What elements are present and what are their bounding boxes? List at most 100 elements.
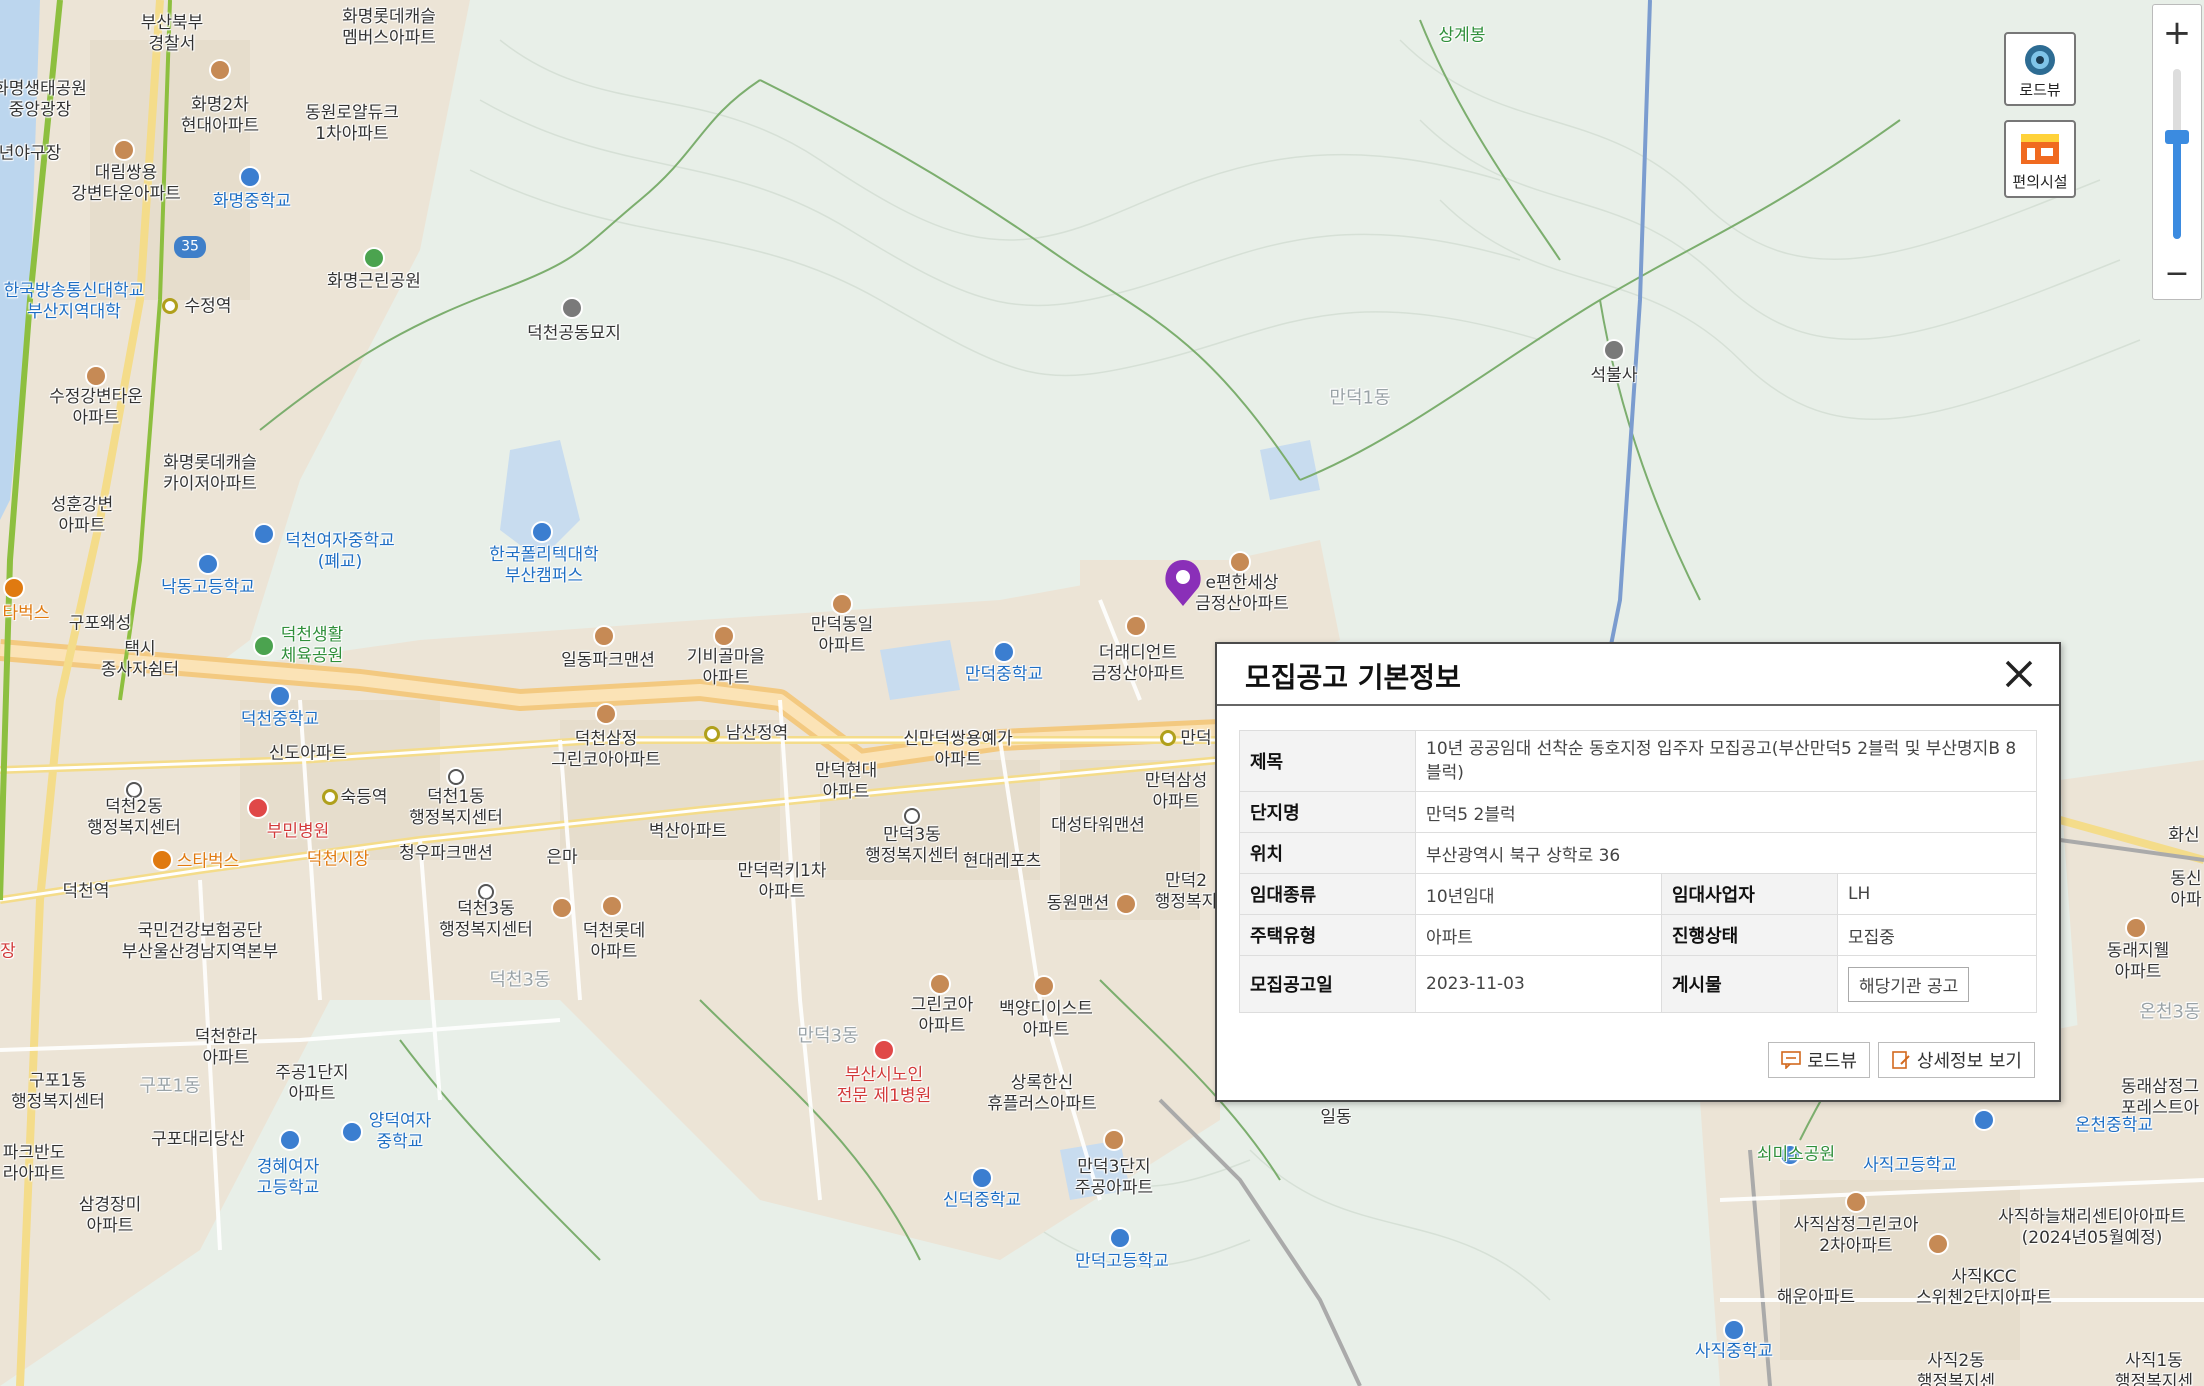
map-label[interactable]: 일동파크맨션 (561, 651, 655, 672)
map-label[interactable]: 석불사 (1591, 366, 1638, 387)
school-icon[interactable] (271, 687, 289, 705)
apartment-icon[interactable] (2127, 919, 2145, 937)
map-label[interactable]: 기비골마을 아파트 (687, 647, 765, 689)
map-label[interactable]: 경혜여자 고등학교 (257, 1157, 320, 1199)
zoom-out-button[interactable]: − (2153, 249, 2201, 297)
map-label[interactable]: 덕천3동 (489, 970, 550, 991)
map-label[interactable]: 수정역 (185, 297, 232, 318)
map-label[interactable]: 더래디언트 금정산아파트 (1091, 643, 1185, 685)
apartment-icon[interactable] (597, 705, 615, 723)
school-icon[interactable] (281, 1131, 299, 1149)
map-label[interactable]: 사직2동 행정복지센 (1917, 1351, 1995, 1386)
office-icon[interactable] (904, 808, 920, 824)
map-label[interactable]: 택시 종사자쉼터 (101, 639, 179, 681)
map-label[interactable]: 만덕럭키1차 아파트 (737, 861, 826, 903)
map-label[interactable]: 사직삼정그린코아 2차아파트 (1793, 1215, 1918, 1257)
map-label[interactable]: 구포왜성 (69, 614, 132, 635)
station-icon[interactable] (322, 789, 338, 805)
map-label[interactable]: 덕천여자중학교 (폐교) (285, 531, 394, 573)
cafe-icon[interactable] (5, 579, 23, 597)
map-label[interactable]: 그린코아 아파트 (911, 995, 974, 1037)
map-label[interactable]: 화명근린공원 (327, 272, 421, 293)
apartment-icon[interactable] (1117, 895, 1135, 913)
apartment-icon[interactable] (1127, 617, 1145, 635)
map-label[interactable]: 은마 (546, 848, 577, 869)
map-label[interactable]: 덕천공동묘지 (527, 324, 621, 345)
map-label[interactable]: 온천3동 (2139, 1002, 2200, 1023)
map-label[interactable]: 삼경장미 아파트 (79, 1195, 142, 1237)
map-label[interactable]: 백양디이스트 아파트 (999, 999, 1093, 1041)
map-label[interactable]: 신만덕쌍용예가 아파트 (903, 729, 1012, 771)
close-button[interactable] (1999, 654, 2039, 694)
map-label[interactable]: 숙등역 (341, 788, 388, 809)
map-label[interactable]: 만덕3동 행정복지센터 (865, 825, 959, 867)
map-label[interactable]: 화명2차 현대아파트 (181, 95, 259, 137)
map-label[interactable]: 년야구장 (0, 144, 61, 165)
map-label[interactable]: 쇠미소공원 (1757, 1145, 1835, 1166)
apartment-icon[interactable] (715, 627, 733, 645)
cafe-icon[interactable] (153, 851, 171, 869)
map-label[interactable]: 신덕중학교 (943, 1191, 1021, 1212)
map-label[interactable]: 구포1동 행정복지센터 (11, 1071, 105, 1113)
map-label[interactable]: 한국폴리텍대학 부산캠퍼스 (489, 545, 598, 587)
map-label[interactable]: 만덕삼성 아파트 (1145, 771, 1208, 813)
roadview-toggle-button[interactable]: 로드뷰 (2004, 32, 2076, 106)
map-label[interactable]: 만덕1동 (1329, 388, 1390, 409)
apartment-icon[interactable] (1929, 1235, 1947, 1253)
map-label[interactable]: 동원맨션 (1047, 894, 1110, 915)
school-icon[interactable] (343, 1123, 361, 1141)
map-label[interactable]: 수정강변타운 아파트 (49, 387, 143, 429)
station-icon[interactable] (704, 726, 720, 742)
map-label[interactable]: 사직고등학교 (1863, 1156, 1957, 1177)
map-label[interactable]: 장 (0, 942, 16, 963)
detail-info-button[interactable]: 상세정보 보기 (1877, 1042, 2035, 1078)
map-label[interactable]: 낙동고등학교 (161, 578, 255, 599)
school-icon[interactable] (1725, 1321, 1743, 1339)
apartment-icon[interactable] (931, 975, 949, 993)
map-label[interactable]: 덕천역 (63, 882, 110, 903)
map-label[interactable]: 사직KCC 스위첸2단지아파트 (1916, 1267, 2052, 1309)
station-icon[interactable] (162, 298, 178, 314)
map-label[interactable]: 신도아파트 (269, 744, 347, 765)
map-label[interactable]: e편한세상 금정산아파트 (1195, 573, 1289, 615)
map-label[interactable]: 덕천3동 행정복지센터 (439, 899, 533, 941)
map-label[interactable]: 만덕 (1180, 729, 1211, 750)
map-label[interactable]: 화명롯데캐슬 멤버스아파트 (342, 7, 436, 49)
map-label[interactable]: 사직1동 행정복지센 (2115, 1351, 2193, 1386)
school-icon[interactable] (973, 1169, 991, 1187)
map-label[interactable]: 파크반도 라아파트 (3, 1143, 66, 1185)
hospital-icon[interactable] (249, 799, 267, 817)
map-label[interactable]: 대성타워맨션 (1051, 816, 1145, 837)
apartment-icon[interactable] (115, 141, 133, 159)
agency-notice-button[interactable]: 해당기관 공고 (1848, 966, 1970, 1002)
map-label[interactable]: 덕천시장 (307, 850, 370, 871)
office-icon[interactable] (126, 782, 142, 798)
zoom-in-button[interactable]: + (2153, 9, 2201, 57)
map-label[interactable]: 상계봉 (1439, 26, 1486, 47)
apartment-icon[interactable] (1105, 1131, 1123, 1149)
map-label[interactable]: 타벅스 (3, 604, 50, 625)
map-label[interactable]: 만덕동일 아파트 (811, 615, 874, 657)
apartment-icon[interactable] (87, 367, 105, 385)
school-icon[interactable] (1111, 1229, 1129, 1247)
school-icon[interactable] (241, 168, 259, 186)
school-icon[interactable] (995, 643, 1013, 661)
apartment-icon[interactable] (1035, 977, 1053, 995)
map-label[interactable]: 덕천한라 아파트 (195, 1027, 258, 1069)
map-label[interactable]: 일동 (1320, 1108, 1351, 1129)
map-label[interactable]: 부민병원 (267, 822, 330, 843)
map-label[interactable]: 덕천1동 행정복지센터 (409, 787, 503, 829)
map-label[interactable]: 부산북부 경찰서 (141, 13, 204, 55)
facility-toggle-button[interactable]: 편의시설 (2004, 120, 2076, 198)
map-label[interactable]: 만덕현대 아파트 (815, 761, 878, 803)
map-label[interactable]: 만덕3동 (797, 1026, 858, 1047)
map-label[interactable]: 덕천생활 체육공원 (281, 625, 344, 667)
map-label[interactable]: 화명생태공원 중앙광장 (0, 79, 87, 121)
map-label[interactable]: 현대레포츠 (963, 852, 1041, 873)
map-label[interactable]: 남산정역 (726, 724, 789, 745)
map-label[interactable]: 화명중학교 (213, 192, 291, 213)
park-icon[interactable] (365, 249, 383, 267)
school-icon[interactable] (255, 525, 273, 543)
apartment-icon[interactable] (595, 627, 613, 645)
map-label[interactable]: 덕천롯데 아파트 (583, 921, 646, 963)
